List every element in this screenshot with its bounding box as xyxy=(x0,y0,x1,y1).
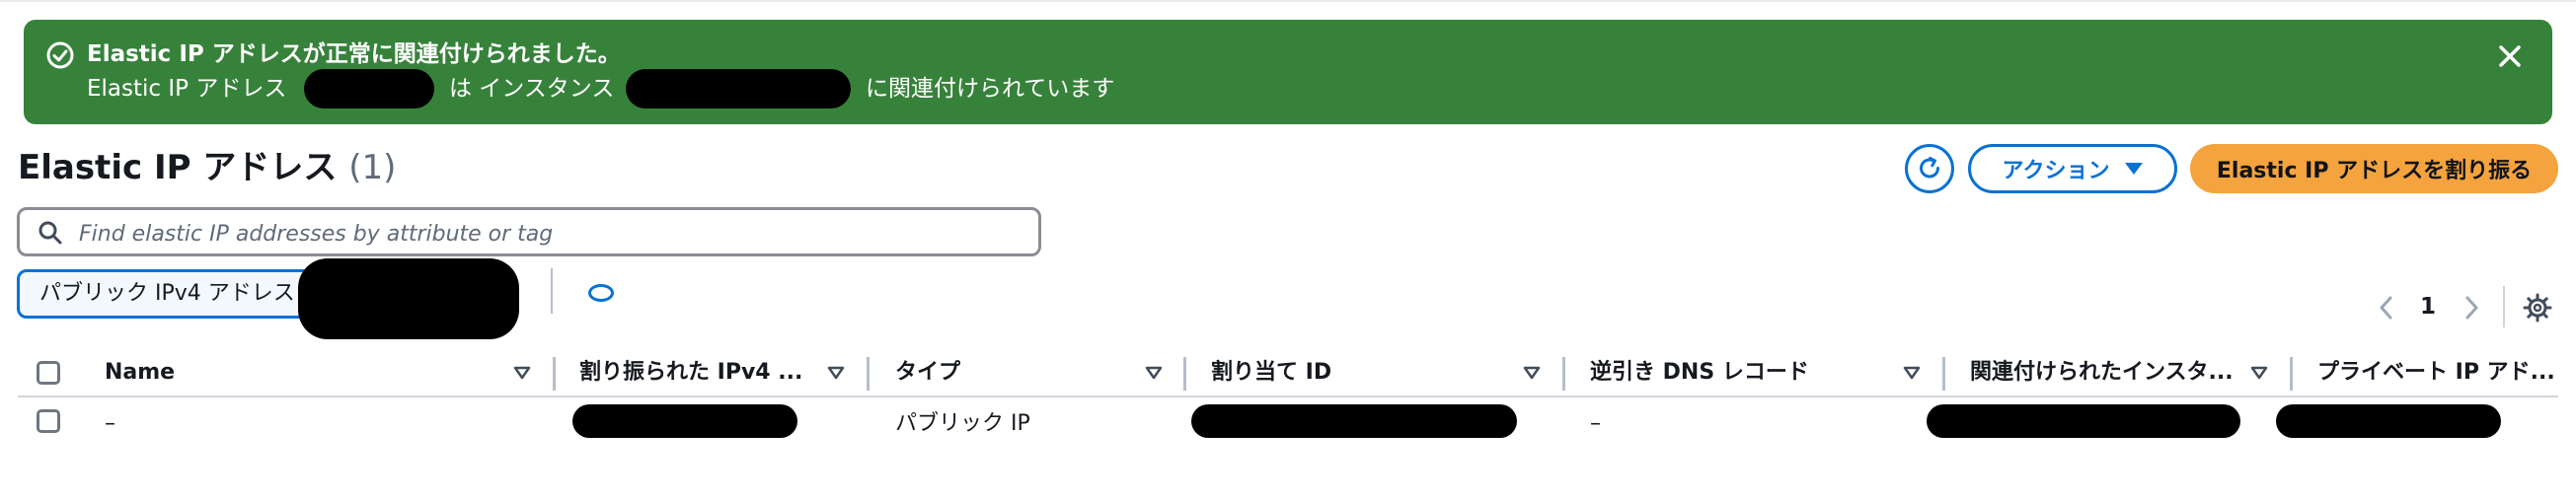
cell-name: – xyxy=(105,411,115,436)
chevron-right-icon[interactable] xyxy=(2462,295,2481,321)
column-divider[interactable] xyxy=(1942,357,1945,391)
search-box xyxy=(17,207,1041,256)
column-divider[interactable] xyxy=(867,357,870,391)
pagination-divider xyxy=(2503,286,2505,327)
redacted-private-ip xyxy=(2276,404,2501,438)
filter-divider xyxy=(551,268,553,314)
allocate-elastic-ip-button[interactable]: Elastic IP アドレスを割り振る xyxy=(2190,144,2558,193)
close-icon[interactable] xyxy=(2495,41,2525,71)
redacted-allocated-ipv4 xyxy=(572,404,797,438)
column-header-allocation-id[interactable]: 割り当て ID xyxy=(1211,353,1331,393)
column-header-reverse-dns[interactable]: 逆引き DNS レコード xyxy=(1590,353,1809,393)
caret-down-icon xyxy=(2125,163,2144,175)
top-border xyxy=(0,0,2576,2)
chevron-left-icon[interactable] xyxy=(2377,295,2396,321)
search-icon xyxy=(38,221,62,245)
column-divider[interactable] xyxy=(553,357,556,391)
column-header-name[interactable]: Name xyxy=(105,353,175,393)
item-count: (1) xyxy=(348,148,397,187)
refresh-icon xyxy=(1920,157,1939,179)
column-header-type[interactable]: タイプ xyxy=(895,353,960,393)
row-checkbox[interactable] xyxy=(37,409,60,433)
flash-detail: Elastic IP アドレス は インスタンス に関連付けられています xyxy=(87,69,1114,108)
refresh-button[interactable] xyxy=(1905,144,1954,193)
sort-down-icon[interactable] xyxy=(827,366,845,380)
redacted-ip xyxy=(303,69,434,108)
column-header-associated-instance[interactable]: 関連付けられたインスタ... xyxy=(1970,353,2234,393)
current-page-number[interactable]: 1 xyxy=(2420,290,2436,323)
redacted-allocation-id xyxy=(1191,404,1517,438)
search-input[interactable] xyxy=(77,216,1028,252)
select-all-checkbox[interactable] xyxy=(37,361,60,385)
sort-down-icon[interactable] xyxy=(2250,366,2268,380)
filter-token[interactable]: パブリック IPv4 アドレス xyxy=(17,269,313,319)
flash-detail-suffix: に関連付けられています xyxy=(865,76,1115,102)
page-title: Elastic IP アドレス (1) xyxy=(18,146,396,189)
sort-down-icon[interactable] xyxy=(513,366,531,380)
column-header-private-ip[interactable]: プライベート IP アド... xyxy=(2317,353,2555,393)
column-header-allocated-ipv4[interactable]: 割り振られた IPv4 ... xyxy=(579,353,802,393)
flash-detail-middle: は インスタンス xyxy=(448,76,615,102)
flash-detail-prefix: Elastic IP アドレス xyxy=(87,76,287,102)
page-title-text: Elastic IP アドレス xyxy=(18,148,338,187)
actions-dropdown-button[interactable]: アクション xyxy=(1968,144,2177,193)
actions-label: アクション xyxy=(2002,159,2110,183)
cell-reverse-dns: – xyxy=(1590,411,1601,436)
sort-down-icon[interactable] xyxy=(1523,366,1541,380)
column-divider[interactable] xyxy=(1562,357,1565,391)
redacted-associated-instance xyxy=(1927,404,2240,438)
sort-down-icon[interactable] xyxy=(1903,366,1921,380)
redacted-instance-id xyxy=(625,69,851,108)
success-flash-banner: Elastic IP アドレスが正常に関連付けられました。 Elastic IP… xyxy=(24,20,2552,124)
gear-icon[interactable] xyxy=(2522,292,2553,323)
clear-filters-icon[interactable] xyxy=(588,284,614,302)
success-check-icon xyxy=(46,41,74,69)
flash-title: Elastic IP アドレスが正常に関連付けられました。 xyxy=(87,41,621,67)
column-divider[interactable] xyxy=(1183,357,1186,391)
redacted-filter-value xyxy=(298,258,519,339)
filter-token-label: パブリック IPv4 アドレス xyxy=(39,281,295,306)
sort-down-icon[interactable] xyxy=(1145,366,1163,380)
column-divider[interactable] xyxy=(2290,357,2293,391)
cell-type: パブリック IP xyxy=(895,411,1030,436)
table-header-divider xyxy=(18,395,2558,397)
